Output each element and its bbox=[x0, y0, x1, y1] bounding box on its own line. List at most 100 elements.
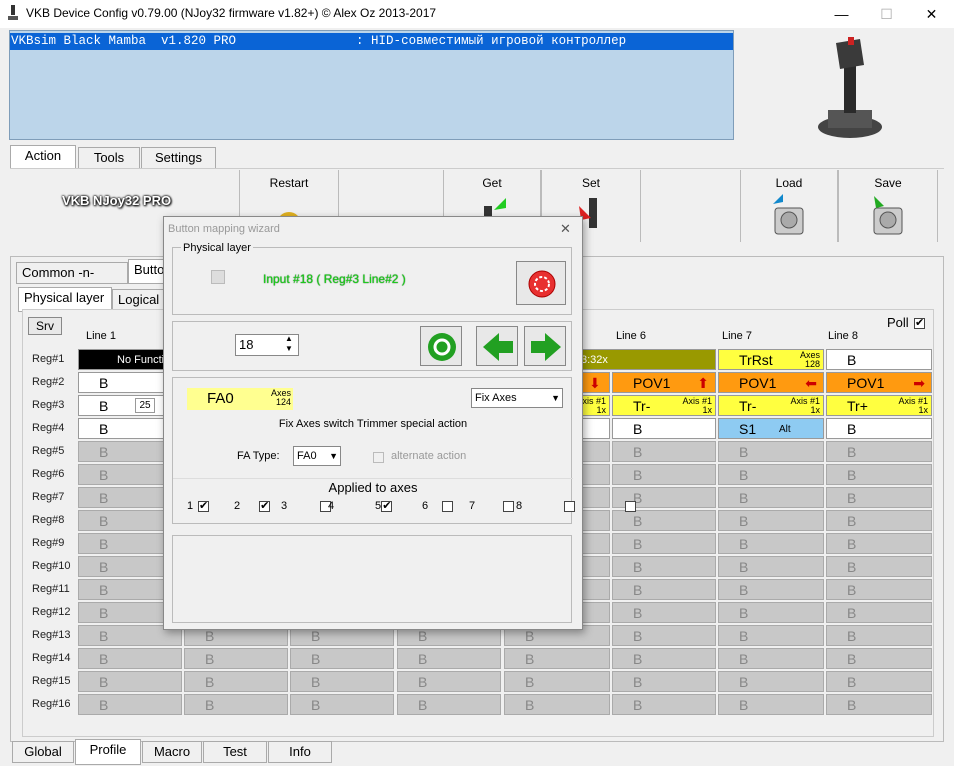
grid-cell[interactable]: B bbox=[826, 602, 932, 623]
grid-cell[interactable]: B bbox=[504, 648, 610, 669]
grid-cell[interactable]: B bbox=[612, 625, 716, 646]
grid-cell[interactable]: B bbox=[826, 625, 932, 646]
grid-cell[interactable]: B bbox=[78, 671, 182, 692]
axis-8-checkbox[interactable] bbox=[625, 500, 637, 512]
grid-cell[interactable]: B bbox=[612, 602, 716, 623]
grid-cell[interactable]: B bbox=[612, 671, 716, 692]
grid-cell[interactable]: S1 Alt bbox=[718, 418, 824, 439]
grid-cell[interactable]: B bbox=[504, 671, 610, 692]
srv-button[interactable]: Srv bbox=[28, 317, 62, 335]
refresh-button[interactable] bbox=[420, 326, 462, 366]
grid-cell[interactable]: B bbox=[612, 418, 716, 439]
grid-cell[interactable]: B bbox=[397, 671, 501, 692]
grid-cell[interactable]: B bbox=[290, 648, 394, 669]
reg-label: Reg#8 bbox=[32, 514, 65, 526]
axis-5-checkbox[interactable] bbox=[442, 500, 454, 512]
grid-cell[interactable]: B bbox=[826, 464, 932, 485]
tab-profile[interactable]: Profile bbox=[75, 739, 141, 765]
grid-cell[interactable]: B bbox=[826, 694, 932, 715]
grid-cell[interactable]: Tr- Axis #1 1x bbox=[718, 395, 824, 416]
grid-cell[interactable]: B bbox=[826, 671, 932, 692]
grid-cell[interactable]: B bbox=[612, 648, 716, 669]
axis-6-checkbox[interactable] bbox=[503, 500, 515, 512]
grid-cell[interactable]: B bbox=[612, 510, 716, 531]
grid-cell[interactable]: B bbox=[612, 464, 716, 485]
close-button[interactable]: ✕ bbox=[909, 0, 954, 28]
grid-cell[interactable]: B bbox=[397, 648, 501, 669]
grid-cell[interactable]: B bbox=[612, 579, 716, 600]
grid-cell[interactable]: B bbox=[718, 464, 824, 485]
grid-cell[interactable]: B bbox=[397, 694, 501, 715]
grid-cell[interactable]: B bbox=[826, 556, 932, 577]
grid-cell[interactable]: B bbox=[504, 694, 610, 715]
grid-cell[interactable]: B bbox=[78, 694, 182, 715]
grid-cell[interactable]: B bbox=[612, 694, 716, 715]
grid-cell[interactable]: POV1 ➡ bbox=[826, 372, 932, 393]
tab-logical-layer[interactable]: Logical bbox=[112, 289, 166, 311]
previous-button[interactable] bbox=[476, 326, 518, 366]
grid-cell[interactable]: B bbox=[718, 694, 824, 715]
grid-cell[interactable]: B bbox=[718, 510, 824, 531]
poll-checkbox[interactable] bbox=[914, 316, 925, 330]
axis-7-checkbox[interactable] bbox=[564, 500, 576, 512]
grid-cell[interactable]: B bbox=[290, 671, 394, 692]
grid-cell[interactable]: TrRst Axes 128 bbox=[718, 349, 824, 370]
device-info-line[interactable]: VKBsim Black Mamba v1.820 PRO : HID-совм… bbox=[10, 33, 733, 50]
tab-global[interactable]: Global bbox=[12, 741, 74, 763]
grid-cell[interactable]: Tr+ Axis #1 1x bbox=[826, 395, 932, 416]
grid-cell[interactable]: B bbox=[826, 441, 932, 462]
grid-cell[interactable]: Tr- Axis #1 1x bbox=[612, 395, 716, 416]
grid-cell[interactable]: B bbox=[612, 533, 716, 554]
grid-cell[interactable]: B bbox=[290, 694, 394, 715]
grid-cell[interactable]: B bbox=[612, 441, 716, 462]
tab-buttons[interactable]: Butto bbox=[128, 259, 168, 284]
grid-cell[interactable]: B bbox=[612, 556, 716, 577]
spinner-arrows-icon[interactable]: ▲ ▼ bbox=[285, 334, 293, 354]
grid-cell[interactable]: B bbox=[718, 441, 824, 462]
physical-layer-label: Physical layer bbox=[181, 242, 253, 254]
fa-action-cell[interactable]: FA0 Axes 124 bbox=[187, 388, 293, 410]
grid-cell[interactable]: B bbox=[78, 648, 182, 669]
grid-cell[interactable]: B bbox=[184, 694, 288, 715]
grid-cell[interactable]: POV1 ⬅ bbox=[718, 372, 824, 393]
tab-action[interactable]: Action bbox=[10, 145, 76, 170]
grid-cell[interactable]: B bbox=[184, 671, 288, 692]
axis-4-checkbox[interactable] bbox=[381, 499, 393, 512]
grid-cell[interactable]: B bbox=[826, 418, 932, 439]
grid-cell[interactable]: B bbox=[826, 579, 932, 600]
grid-cell[interactable]: B bbox=[718, 671, 824, 692]
axis-2-checkbox[interactable] bbox=[259, 499, 271, 512]
grid-cell[interactable]: B bbox=[718, 579, 824, 600]
reg-label: Reg#15 bbox=[32, 675, 71, 687]
grid-cell[interactable]: B bbox=[826, 510, 932, 531]
tab-test[interactable]: Test bbox=[203, 741, 267, 763]
grid-cell[interactable]: B bbox=[718, 602, 824, 623]
save-button[interactable]: Save bbox=[838, 170, 938, 242]
grid-cell[interactable]: B bbox=[826, 648, 932, 669]
grid-cell[interactable]: B bbox=[718, 648, 824, 669]
grid-cell[interactable]: POV1 ⬆ bbox=[612, 372, 716, 393]
grid-cell[interactable]: B bbox=[718, 487, 824, 508]
grid-cell[interactable]: B bbox=[184, 648, 288, 669]
tab-macro[interactable]: Macro bbox=[142, 741, 202, 763]
grid-cell[interactable]: B bbox=[826, 349, 932, 370]
tab-tools[interactable]: Tools bbox=[78, 147, 140, 169]
next-button[interactable] bbox=[524, 326, 566, 366]
grid-cell[interactable]: B bbox=[718, 533, 824, 554]
axis-1-checkbox[interactable] bbox=[198, 499, 209, 512]
action-type-select[interactable]: Fix Axes ▼ bbox=[471, 388, 563, 408]
alternate-action-checkbox[interactable] bbox=[373, 452, 384, 464]
wizard-close-button[interactable]: ✕ bbox=[560, 221, 571, 237]
record-button[interactable] bbox=[516, 261, 566, 305]
tab-common-axes[interactable]: Common -n- Axes bbox=[16, 262, 128, 300]
tab-settings[interactable]: Settings bbox=[141, 147, 216, 169]
grid-cell[interactable]: B bbox=[718, 556, 824, 577]
grid-cell[interactable]: B bbox=[718, 625, 824, 646]
maximize-button[interactable]: ☐ bbox=[864, 0, 909, 28]
minimize-button[interactable]: — bbox=[819, 0, 864, 28]
load-button[interactable]: Load bbox=[740, 170, 838, 242]
grid-cell[interactable]: B bbox=[826, 533, 932, 554]
tab-info[interactable]: Info bbox=[268, 741, 332, 763]
fa-type-select[interactable]: FA0 ▼ bbox=[293, 446, 341, 466]
grid-cell[interactable]: B bbox=[826, 487, 932, 508]
